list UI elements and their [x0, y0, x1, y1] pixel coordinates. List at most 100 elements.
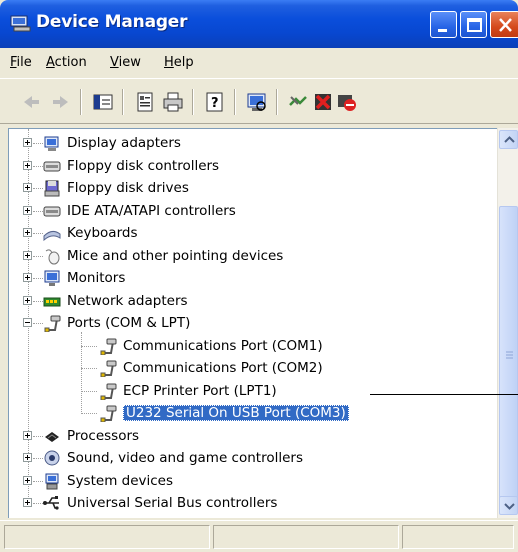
toolbar: ? — [0, 78, 518, 124]
expand-toggle[interactable] — [23, 498, 32, 507]
tree-category-item[interactable]: Display adapters — [9, 132, 497, 154]
tree-category-item[interactable]: Processors — [9, 425, 497, 447]
scroll-thumb[interactable] — [499, 206, 518, 504]
scroll-up-button[interactable] — [499, 130, 518, 149]
tree-item-label: Mice and other pointing devices — [67, 247, 284, 264]
uninstall-icon[interactable] — [312, 91, 334, 113]
expand-toggle[interactable] — [23, 453, 32, 462]
tree-category-item[interactable]: Floppy disk controllers — [9, 155, 497, 177]
expand-toggle[interactable] — [23, 160, 32, 170]
floppy-drive-icon — [44, 180, 60, 197]
expand-toggle[interactable] — [23, 183, 32, 192]
expand-toggle[interactable] — [23, 138, 32, 147]
expand-toggle[interactable] — [23, 250, 32, 260]
menu-file[interactable]: File — [10, 55, 32, 70]
help-icon[interactable]: ? — [204, 91, 226, 113]
tree-connector — [33, 255, 43, 257]
tree-child-item[interactable]: U232 Serial On USB Port (COM3) — [9, 402, 497, 424]
tree-connector — [33, 233, 43, 234]
expand-toggle[interactable] — [23, 475, 32, 485]
chevron-up-icon — [504, 136, 515, 143]
controller-icon — [43, 161, 61, 171]
chevron-down-icon — [504, 503, 515, 510]
keyboard-icon — [43, 230, 61, 242]
minimize-icon — [438, 29, 447, 32]
menu-view[interactable]: View — [110, 55, 141, 70]
network-adapter-icon — [43, 297, 61, 306]
tree-child-item[interactable]: Communications Port (COM1) — [9, 335, 497, 357]
tree-connector — [81, 345, 97, 347]
sound-icon — [44, 450, 60, 466]
tree-connector — [33, 143, 43, 144]
tree-connector — [33, 458, 43, 459]
port-icon — [100, 338, 117, 355]
controller-icon — [43, 206, 61, 216]
tree-item-label: ECP Printer Port (LPT1) — [123, 382, 277, 399]
toolbar-separator — [122, 89, 124, 115]
scroll-down-button[interactable] — [499, 496, 518, 515]
expand-toggle[interactable] — [23, 205, 32, 215]
tree-child-item[interactable]: Communications Port (COM2) — [9, 357, 497, 379]
tree-category-item[interactable]: Floppy disk drives — [9, 177, 497, 199]
console-tree-icon[interactable] — [92, 91, 114, 113]
device-manager-icon — [10, 15, 31, 32]
expand-toggle[interactable] — [23, 295, 32, 305]
expand-toggle[interactable] — [23, 430, 32, 440]
tree-connector — [33, 188, 43, 189]
collapse-toggle[interactable] — [23, 318, 32, 327]
maximize-icon — [467, 18, 482, 32]
properties-icon[interactable] — [134, 91, 156, 113]
display-adapter-icon — [44, 136, 59, 151]
tree-item-label: Floppy disk drives — [67, 180, 189, 196]
usb-icon — [43, 496, 59, 510]
status-pane-middle — [213, 525, 399, 549]
tree-category-item[interactable]: Sound, video and game controllers — [9, 447, 497, 469]
close-icon — [499, 18, 512, 32]
tree-connector — [33, 278, 43, 279]
tree-item-label: Communications Port (COM2) — [123, 360, 323, 376]
device-tree[interactable]: Display adapters Floppy disk controllers F… — [8, 128, 518, 518]
menu-action[interactable]: Action — [46, 55, 87, 70]
tree-item-label: System devices — [67, 472, 174, 489]
tree-item-label: Communications Port (COM1) — [123, 337, 323, 354]
toolbar-separator — [80, 89, 82, 115]
tree-connector — [33, 210, 43, 212]
tree-connector — [33, 480, 43, 482]
back-icon[interactable] — [20, 91, 42, 113]
close-button[interactable] — [490, 11, 518, 38]
callout-line — [370, 394, 518, 395]
update-driver-icon[interactable] — [288, 91, 310, 113]
scan-hardware-icon[interactable] — [246, 91, 268, 113]
toolbar-separator — [192, 89, 194, 115]
forward-icon[interactable] — [50, 91, 72, 113]
vertical-scrollbar[interactable] — [497, 128, 518, 518]
tree-category-item[interactable]: Mice and other pointing devices — [9, 245, 497, 267]
tree-item-label: Monitors — [67, 270, 126, 286]
tree-connector — [33, 300, 43, 302]
tree-category-item[interactable]: Universal Serial Bus controllers — [9, 492, 497, 514]
title-bar[interactable]: Device Manager — [0, 0, 518, 48]
tree-category-item[interactable]: System devices — [9, 470, 497, 492]
tree-connector — [81, 390, 97, 392]
tree-connector — [81, 332, 82, 412]
maximize-button[interactable] — [460, 11, 487, 38]
toolbar-separator — [276, 89, 278, 115]
tree-item-label: U232 Serial On USB Port (COM3) — [123, 405, 349, 421]
tree-category-item[interactable]: Network adapters — [9, 290, 497, 312]
tree-category-item[interactable]: Monitors — [9, 267, 497, 289]
tree-category-item[interactable]: IDE ATA/ATAPI controllers — [9, 200, 497, 222]
expand-toggle[interactable] — [23, 273, 32, 282]
status-bar — [0, 520, 518, 552]
tree-category-item[interactable]: Keyboards — [9, 222, 497, 244]
disable-icon[interactable] — [336, 91, 358, 113]
minimize-button[interactable] — [430, 11, 457, 38]
tree-item-label: Sound, video and game controllers — [67, 450, 303, 466]
tree-category-item[interactable]: Ports (COM & LPT) — [9, 312, 497, 334]
tree-connector — [81, 368, 97, 369]
print-icon[interactable] — [162, 91, 184, 113]
menu-help[interactable]: Help — [164, 55, 194, 70]
expand-toggle[interactable] — [23, 228, 32, 237]
device-manager-window: Device Manager File Action View Help ? D… — [0, 0, 518, 552]
tree-child-item[interactable]: ECP Printer Port (LPT1) — [9, 380, 497, 402]
port-icon — [100, 405, 117, 422]
